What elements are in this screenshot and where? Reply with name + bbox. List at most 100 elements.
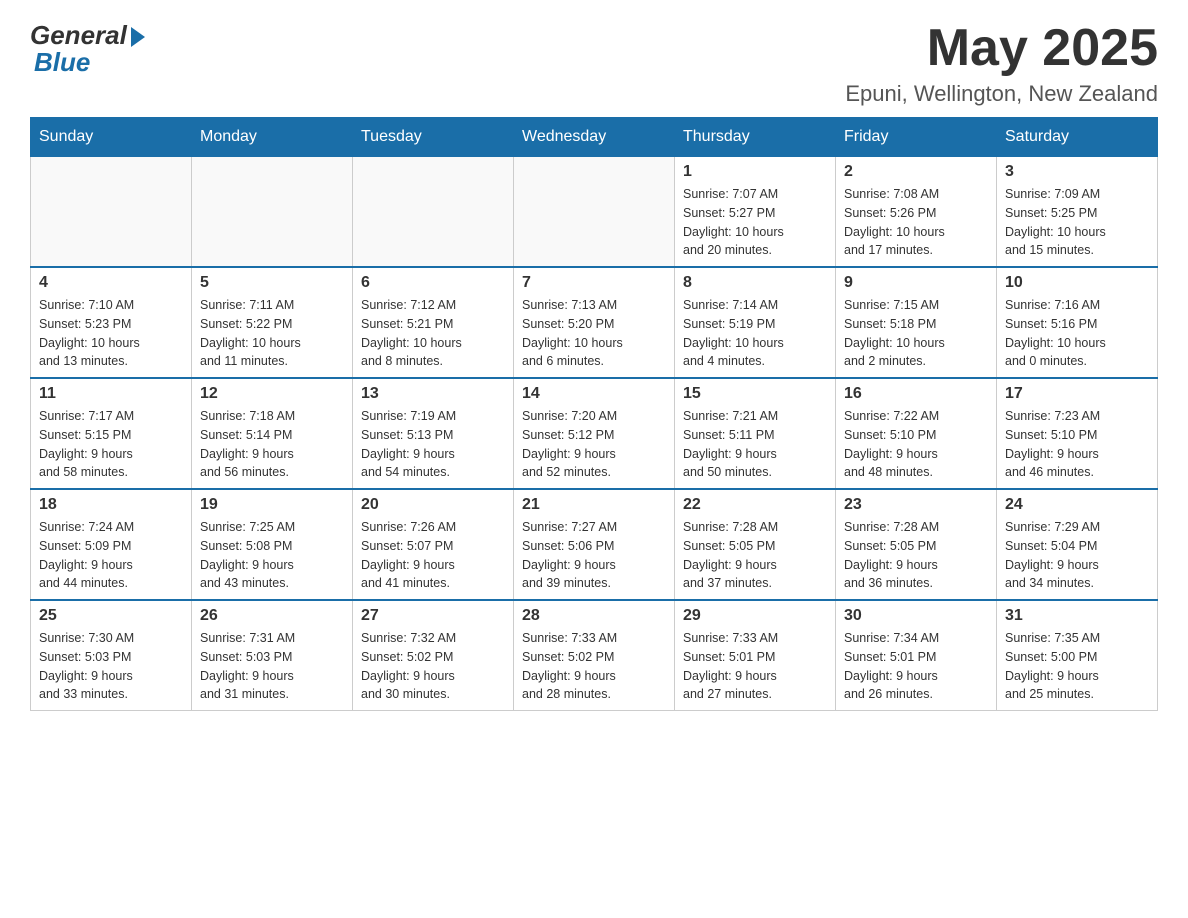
day-info: Sunrise: 7:17 AM Sunset: 5:15 PM Dayligh… bbox=[39, 407, 183, 482]
day-number: 3 bbox=[1005, 163, 1149, 181]
day-number: 29 bbox=[683, 607, 827, 625]
day-number: 9 bbox=[844, 274, 988, 292]
table-row: 25 Sunrise: 7:30 AM Sunset: 5:03 PM Dayli… bbox=[31, 600, 192, 711]
day-number: 13 bbox=[361, 385, 505, 403]
day-info: Sunrise: 7:09 AM Sunset: 5:25 PM Dayligh… bbox=[1005, 185, 1149, 260]
location-subtitle: Epuni, Wellington, New Zealand bbox=[845, 81, 1158, 107]
day-info: Sunrise: 7:30 AM Sunset: 5:03 PM Dayligh… bbox=[39, 629, 183, 704]
day-info: Sunrise: 7:08 AM Sunset: 5:26 PM Dayligh… bbox=[844, 185, 988, 260]
day-info: Sunrise: 7:10 AM Sunset: 5:23 PM Dayligh… bbox=[39, 296, 183, 371]
table-row: 13 Sunrise: 7:19 AM Sunset: 5:13 PM Dayli… bbox=[353, 378, 514, 489]
table-row: 31 Sunrise: 7:35 AM Sunset: 5:00 PM Dayli… bbox=[997, 600, 1158, 711]
title-block: May 2025 Epuni, Wellington, New Zealand bbox=[845, 20, 1158, 107]
day-number: 22 bbox=[683, 496, 827, 514]
table-row: 6Sunrise: 7:12 AM Sunset: 5:21 PM Daylig… bbox=[353, 267, 514, 378]
day-number: 23 bbox=[844, 496, 988, 514]
table-row: 4 Sunrise: 7:10 AM Sunset: 5:23 PM Daylig… bbox=[31, 267, 192, 378]
day-number: 5 bbox=[200, 274, 344, 292]
table-row: 23 Sunrise: 7:28 AM Sunset: 5:05 PM Dayli… bbox=[836, 489, 997, 600]
day-info: Sunrise: 7:18 AM Sunset: 5:14 PM Dayligh… bbox=[200, 407, 344, 482]
day-info: Sunrise: 7:22 AM Sunset: 5:10 PM Dayligh… bbox=[844, 407, 988, 482]
day-number: 24 bbox=[1005, 496, 1149, 514]
day-info: Sunrise: 7:28 AM Sunset: 5:05 PM Dayligh… bbox=[844, 518, 988, 593]
table-row: 27 Sunrise: 7:32 AM Sunset: 5:02 PM Dayli… bbox=[353, 600, 514, 711]
table-row: 29 Sunrise: 7:33 AM Sunset: 5:01 PM Dayli… bbox=[675, 600, 836, 711]
calendar-week-row: 1 Sunrise: 7:07 AM Sunset: 5:27 PM Daylig… bbox=[31, 157, 1158, 268]
table-row: 22 Sunrise: 7:28 AM Sunset: 5:05 PM Dayli… bbox=[675, 489, 836, 600]
day-number: 30 bbox=[844, 607, 988, 625]
table-row: 2 Sunrise: 7:08 AM Sunset: 5:26 PM Daylig… bbox=[836, 157, 997, 268]
col-friday: Friday bbox=[836, 118, 997, 157]
day-number: 20 bbox=[361, 496, 505, 514]
calendar-table: Sunday Monday Tuesday Wednesday Thursday… bbox=[30, 117, 1158, 711]
table-row: 19 Sunrise: 7:25 AM Sunset: 5:08 PM Dayli… bbox=[192, 489, 353, 600]
calendar-week-row: 11 Sunrise: 7:17 AM Sunset: 5:15 PM Dayli… bbox=[31, 378, 1158, 489]
col-wednesday: Wednesday bbox=[514, 118, 675, 157]
table-row: 1 Sunrise: 7:07 AM Sunset: 5:27 PM Daylig… bbox=[675, 157, 836, 268]
col-tuesday: Tuesday bbox=[353, 118, 514, 157]
table-row: 28Sunrise: 7:33 AM Sunset: 5:02 PM Dayli… bbox=[514, 600, 675, 711]
day-number: 25 bbox=[39, 607, 183, 625]
logo-arrow-icon bbox=[131, 27, 145, 47]
day-info: Sunrise: 7:24 AM Sunset: 5:09 PM Dayligh… bbox=[39, 518, 183, 593]
calendar-week-row: 18 Sunrise: 7:24 AM Sunset: 5:09 PM Dayli… bbox=[31, 489, 1158, 600]
calendar-week-row: 4 Sunrise: 7:10 AM Sunset: 5:23 PM Daylig… bbox=[31, 267, 1158, 378]
day-info: Sunrise: 7:31 AM Sunset: 5:03 PM Dayligh… bbox=[200, 629, 344, 704]
day-number: 12 bbox=[200, 385, 344, 403]
logo-blue-text: Blue bbox=[30, 47, 90, 78]
col-monday: Monday bbox=[192, 118, 353, 157]
table-row: 7 Sunrise: 7:13 AM Sunset: 5:20 PM Daylig… bbox=[514, 267, 675, 378]
day-number: 15 bbox=[683, 385, 827, 403]
day-info: Sunrise: 7:35 AM Sunset: 5:00 PM Dayligh… bbox=[1005, 629, 1149, 704]
col-sunday: Sunday bbox=[31, 118, 192, 157]
table-row: 18 Sunrise: 7:24 AM Sunset: 5:09 PM Dayli… bbox=[31, 489, 192, 600]
table-row bbox=[192, 157, 353, 268]
day-info: Sunrise: 7:19 AM Sunset: 5:13 PM Dayligh… bbox=[361, 407, 505, 482]
table-row: 21Sunrise: 7:27 AM Sunset: 5:06 PM Dayli… bbox=[514, 489, 675, 600]
table-row: 20Sunrise: 7:26 AM Sunset: 5:07 PM Dayli… bbox=[353, 489, 514, 600]
day-info: Sunrise: 7:14 AM Sunset: 5:19 PM Dayligh… bbox=[683, 296, 827, 371]
page-header: General Blue May 2025 Epuni, Wellington,… bbox=[30, 20, 1158, 107]
day-info: Sunrise: 7:13 AM Sunset: 5:20 PM Dayligh… bbox=[522, 296, 666, 371]
day-info: Sunrise: 7:32 AM Sunset: 5:02 PM Dayligh… bbox=[361, 629, 505, 704]
day-number: 2 bbox=[844, 163, 988, 181]
day-info: Sunrise: 7:34 AM Sunset: 5:01 PM Dayligh… bbox=[844, 629, 988, 704]
table-row bbox=[514, 157, 675, 268]
calendar-week-row: 25 Sunrise: 7:30 AM Sunset: 5:03 PM Dayli… bbox=[31, 600, 1158, 711]
table-row: 10 Sunrise: 7:16 AM Sunset: 5:16 PM Dayli… bbox=[997, 267, 1158, 378]
day-number: 14 bbox=[522, 385, 666, 403]
table-row: 14 Sunrise: 7:20 AM Sunset: 5:12 PM Dayli… bbox=[514, 378, 675, 489]
day-info: Sunrise: 7:07 AM Sunset: 5:27 PM Dayligh… bbox=[683, 185, 827, 260]
day-number: 11 bbox=[39, 385, 183, 403]
day-info: Sunrise: 7:33 AM Sunset: 5:01 PM Dayligh… bbox=[683, 629, 827, 704]
day-number: 4 bbox=[39, 274, 183, 292]
table-row: 15Sunrise: 7:21 AM Sunset: 5:11 PM Dayli… bbox=[675, 378, 836, 489]
table-row: 26Sunrise: 7:31 AM Sunset: 5:03 PM Dayli… bbox=[192, 600, 353, 711]
day-number: 19 bbox=[200, 496, 344, 514]
day-number: 6 bbox=[361, 274, 505, 292]
day-number: 31 bbox=[1005, 607, 1149, 625]
day-info: Sunrise: 7:20 AM Sunset: 5:12 PM Dayligh… bbox=[522, 407, 666, 482]
day-info: Sunrise: 7:28 AM Sunset: 5:05 PM Dayligh… bbox=[683, 518, 827, 593]
day-number: 18 bbox=[39, 496, 183, 514]
table-row: 16Sunrise: 7:22 AM Sunset: 5:10 PM Dayli… bbox=[836, 378, 997, 489]
day-number: 27 bbox=[361, 607, 505, 625]
table-row: 8Sunrise: 7:14 AM Sunset: 5:19 PM Daylig… bbox=[675, 267, 836, 378]
day-number: 10 bbox=[1005, 274, 1149, 292]
day-number: 17 bbox=[1005, 385, 1149, 403]
day-info: Sunrise: 7:29 AM Sunset: 5:04 PM Dayligh… bbox=[1005, 518, 1149, 593]
day-info: Sunrise: 7:23 AM Sunset: 5:10 PM Dayligh… bbox=[1005, 407, 1149, 482]
day-info: Sunrise: 7:11 AM Sunset: 5:22 PM Dayligh… bbox=[200, 296, 344, 371]
table-row: 24 Sunrise: 7:29 AM Sunset: 5:04 PM Dayli… bbox=[997, 489, 1158, 600]
day-number: 1 bbox=[683, 163, 827, 181]
month-year-title: May 2025 bbox=[845, 20, 1158, 77]
table-row: 5 Sunrise: 7:11 AM Sunset: 5:22 PM Daylig… bbox=[192, 267, 353, 378]
day-number: 28 bbox=[522, 607, 666, 625]
day-info: Sunrise: 7:15 AM Sunset: 5:18 PM Dayligh… bbox=[844, 296, 988, 371]
table-row: 30 Sunrise: 7:34 AM Sunset: 5:01 PM Dayli… bbox=[836, 600, 997, 711]
table-row: 9 Sunrise: 7:15 AM Sunset: 5:18 PM Daylig… bbox=[836, 267, 997, 378]
day-number: 7 bbox=[522, 274, 666, 292]
day-info: Sunrise: 7:25 AM Sunset: 5:08 PM Dayligh… bbox=[200, 518, 344, 593]
day-info: Sunrise: 7:27 AM Sunset: 5:06 PM Dayligh… bbox=[522, 518, 666, 593]
day-info: Sunrise: 7:16 AM Sunset: 5:16 PM Dayligh… bbox=[1005, 296, 1149, 371]
